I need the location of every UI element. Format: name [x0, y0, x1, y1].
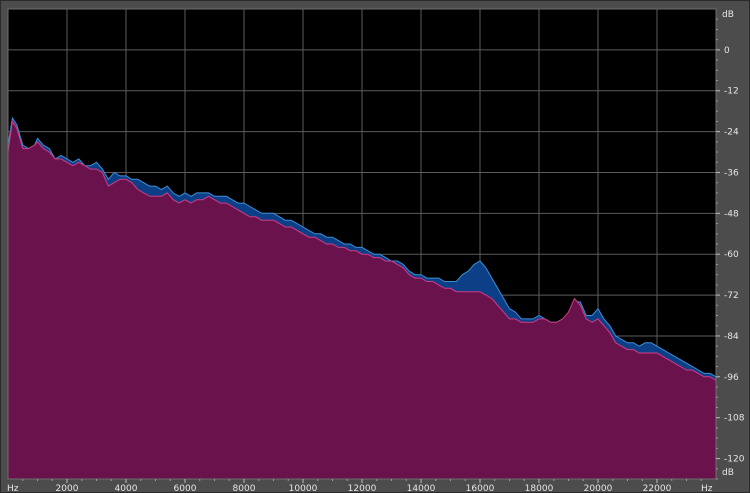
y-axis-tick-labels: 0 -12 -24 -36 -48 -60 -72 -84 -96 -108 -120: [724, 46, 745, 465]
x-axis-tick-labels: 2000 4000 6000 8000 10000 12000 14000 16000 1800…: [56, 484, 672, 493]
y-tick-label-7: -84: [724, 332, 739, 342]
y-tick-label-0: 0: [724, 46, 730, 56]
x-tick-label-4: 10000: [289, 484, 318, 493]
y-unit-label-top: dB: [722, 10, 734, 20]
x-tick-label-6: 14000: [407, 484, 436, 493]
y-tick-label-5: -60: [724, 250, 739, 260]
y-tick-label-1: -12: [724, 87, 739, 97]
frequency-spectrum-chart: 0 -12 -24 -36 -48 -60 -72 -84 -96 -108 -120 2000 40…: [7, 8, 745, 493]
y-tick-label-8: -96: [724, 373, 739, 383]
spectrum-analyzer: 0 -12 -24 -36 -48 -60 -72 -84 -96 -108 -120 2000 40…: [0, 0, 750, 493]
y-tick-label-9: -108: [724, 414, 745, 424]
x-tick-label-8: 18000: [525, 484, 554, 493]
x-unit-label-right: Hz: [701, 484, 713, 493]
x-tick-label-0: 2000: [56, 484, 79, 493]
x-tick-label-1: 4000: [115, 484, 138, 493]
x-tick-label-5: 12000: [348, 484, 377, 493]
x-tick-label-10: 22000: [643, 484, 672, 493]
y-tick-label-3: -36: [724, 168, 739, 178]
x-tick-label-7: 16000: [466, 484, 495, 493]
y-tick-label-2: -24: [724, 128, 739, 138]
y-tick-label-4: -48: [724, 209, 739, 219]
y-tick-label-6: -72: [724, 291, 739, 301]
x-tick-label-3: 8000: [233, 484, 256, 493]
y-unit-label-bottom: dB: [722, 468, 734, 478]
x-tick-label-9: 20000: [584, 484, 613, 493]
x-tick-label-2: 6000: [174, 484, 197, 493]
x-unit-label-left: Hz: [7, 484, 19, 493]
y-tick-label-10: -120: [724, 455, 745, 465]
